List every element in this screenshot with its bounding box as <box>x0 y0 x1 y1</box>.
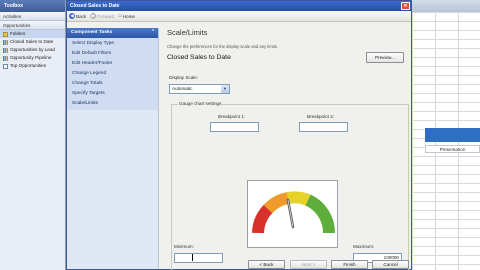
task-pane-header[interactable]: Component Tasks ⌃ <box>67 28 158 38</box>
toolbox-item-label: Top Opportunities <box>10 63 47 68</box>
task-select-display-type[interactable]: Select Display Type <box>67 39 158 49</box>
toolbox-item-closed-sales[interactable]: Closed Sales to Date <box>0 38 65 46</box>
wizard-dialog: Closed Sales to Date ✕ ◀ Back ▶ Forward … <box>66 0 412 270</box>
preview-button[interactable]: Preview... <box>366 52 404 63</box>
chart-icon <box>3 47 8 53</box>
dialog-title: Closed Sales to Date <box>70 3 120 9</box>
task-specify-targets[interactable]: Specify Targets <box>67 89 158 99</box>
background-chart-bar <box>425 128 480 142</box>
page-description: Change the preferences for the display s… <box>167 44 279 49</box>
task-change-totals[interactable]: Change Totals <box>67 79 158 89</box>
cancel-button[interactable]: Cancel <box>372 260 409 269</box>
nav-back-label: Back <box>76 13 87 19</box>
gauge-segment-green <box>305 194 336 234</box>
breakpoint1-label: Breakpoint 1: <box>218 114 246 119</box>
gauge-group-label: Gauge chart settings <box>178 101 223 106</box>
main-content: Scale/Limits Change the preferences for … <box>167 28 409 270</box>
task-scale-limits[interactable]: Scale/Limits <box>67 99 158 109</box>
toolbox-item-folders[interactable]: Folders <box>0 30 65 38</box>
task-pane-title: Component Tasks <box>71 30 113 35</box>
gauge-segment-red <box>252 204 273 234</box>
toolbox-item-label: Closed Sales to Date <box>10 39 54 44</box>
toolbox-title: Toolbox <box>0 0 65 12</box>
next-button[interactable]: Next > <box>290 260 327 269</box>
finish-button[interactable]: Finish <box>331 260 368 269</box>
breakpoint2-input[interactable] <box>299 122 348 132</box>
gauge-settings-group: Gauge chart settings Breakpoint 1: Break… <box>171 101 409 270</box>
nav-back-button[interactable]: ◀ Back <box>69 13 86 19</box>
toolbox-panel: Toolbox Activities Opportunities Folders… <box>0 0 66 270</box>
toolbox-item-opportunity-pipeline[interactable]: Opportunity Pipeline <box>0 54 65 62</box>
toolbox-section-activities[interactable]: Activities <box>0 12 65 21</box>
toolbox-item-label: Folders <box>10 31 26 36</box>
dialog-body: Component Tasks ⌃ Select Display Type Ed… <box>67 22 411 270</box>
display-scale-label: Display Scale: <box>169 75 199 80</box>
back-button[interactable]: < Back <box>248 260 285 269</box>
display-scale-select[interactable]: Automatic ▾ <box>169 84 230 94</box>
minimum-input[interactable] <box>174 253 223 263</box>
dialog-navbar: ◀ Back ▶ Forward ⌂ Home <box>67 11 411 22</box>
close-button[interactable]: ✕ <box>401 2 410 10</box>
chart-icon <box>3 39 8 45</box>
gauge-preview <box>247 180 338 248</box>
nav-forward-label: Forward <box>97 13 115 19</box>
task-edit-header-footer[interactable]: Edit Header/Footer <box>67 59 158 69</box>
breakpoint1-input[interactable] <box>210 122 259 132</box>
display-scale-value: Automatic <box>172 86 193 91</box>
home-icon: ⌂ <box>118 13 122 19</box>
task-edit-default-filters[interactable]: Edit Default Filters <box>67 49 158 59</box>
task-pane: Component Tasks ⌃ Select Display Type Ed… <box>67 28 159 269</box>
toolbox-section-opportunities[interactable]: Opportunities <box>0 21 65 30</box>
breakpoint2-label: Breakpoint 2: <box>307 114 335 119</box>
toolbox-item-label: Opportunities by Lead <box>10 47 55 52</box>
chevron-down-icon[interactable]: ▾ <box>221 85 229 93</box>
report-title-row: Closed Sales to Date Preview... <box>167 52 407 64</box>
toolbox-item-label: Opportunity Pipeline <box>10 55 52 60</box>
collapse-icon[interactable]: ⌃ <box>151 28 155 38</box>
page-heading: Scale/Limits <box>167 28 208 37</box>
task-change-legend[interactable]: Change Legend <box>67 69 158 79</box>
minimum-label: Minimum: <box>174 244 194 249</box>
nav-home-button[interactable]: ⌂ Home <box>118 13 135 19</box>
nav-home-label: Home <box>122 13 135 19</box>
close-icon: ✕ <box>403 3 408 9</box>
arrow-left-icon: ◀ <box>69 13 75 19</box>
gauge-segment-yellow <box>286 191 311 206</box>
presentation-label: Presentation <box>425 145 480 153</box>
gauge-icon <box>252 191 336 234</box>
dialog-titlebar: Closed Sales to Date ✕ <box>67 1 411 11</box>
report-title: Closed Sales to Date <box>167 54 231 61</box>
toolbox-item-top-opportunities[interactable]: Top Opportunities <box>0 62 65 70</box>
toolbox-item-opportunities-by-lead[interactable]: Opportunities by Lead <box>0 46 65 54</box>
nav-forward-button[interactable]: ▶ Forward <box>90 13 114 19</box>
arrow-right-icon: ▶ <box>90 13 97 19</box>
text-cursor <box>192 254 193 261</box>
maximum-label: Maximum: <box>353 244 375 249</box>
gauge-segment-orange <box>263 192 290 214</box>
sheet-icon <box>3 63 8 69</box>
chart-icon <box>3 55 8 61</box>
task-list: Select Display Type Edit Default Filters… <box>67 38 158 110</box>
folder-icon <box>3 31 8 37</box>
